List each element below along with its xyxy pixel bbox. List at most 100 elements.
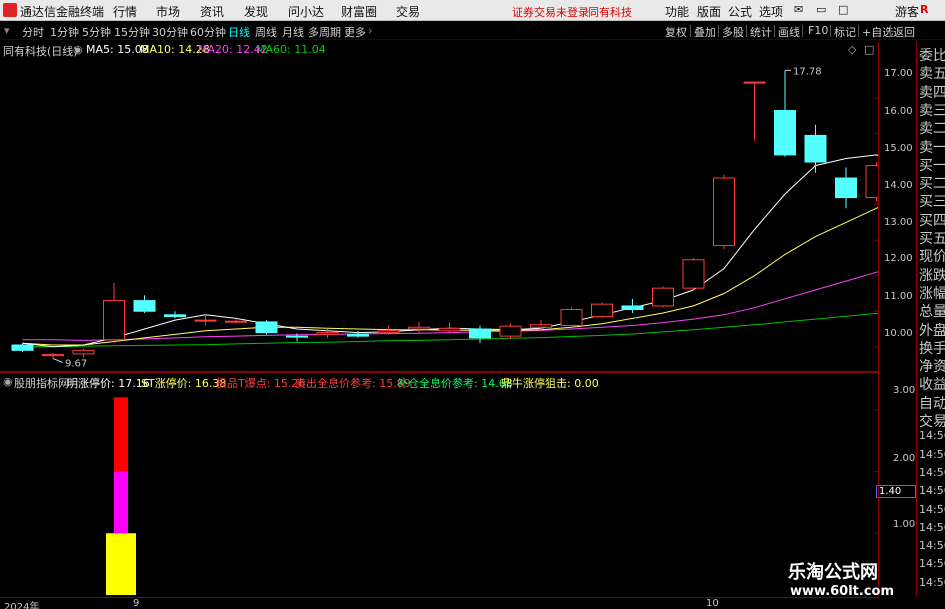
menu-banmian[interactable]: 版面: [697, 3, 721, 20]
btn-fuquan[interactable]: 复权: [665, 24, 687, 40]
period-more[interactable]: 更多: [344, 24, 366, 40]
candle-up: [316, 332, 339, 335]
divider: [718, 25, 719, 37]
quote-panel-item[interactable]: 卖五: [919, 63, 945, 83]
trading-terminal-window: 通达信金融终端 行情 市场 资讯 发现 问小达 财富圈 交易 证券交易未登录 同…: [0, 0, 945, 609]
period-toolbar: ▾ 分时 1分钟 5分钟 15分钟 30分钟 60分钟 日线 周线 月线 多周期…: [0, 22, 945, 40]
quote-panel-item[interactable]: 自动: [919, 393, 945, 413]
price-tick-label: 12.00: [884, 253, 913, 264]
indicator-bar-segment: [114, 471, 128, 534]
sub-tick-label: 3.00: [893, 385, 916, 396]
period-60min[interactable]: 60分钟: [190, 24, 226, 40]
quote-panel-item[interactable]: 14:56: [919, 539, 945, 552]
time-label-year: 2024年: [4, 602, 40, 609]
minimize-icon[interactable]: ▭: [816, 3, 826, 16]
quote-panel-item[interactable]: 14:56: [919, 466, 945, 479]
divider: [690, 25, 691, 37]
quote-panel-item[interactable]: 14:56: [919, 429, 945, 442]
menu-gongneng[interactable]: 功能: [665, 3, 689, 20]
quote-panel-item[interactable]: 外盘: [919, 320, 945, 340]
quote-panel-item[interactable]: 买四: [919, 210, 945, 230]
quote-panel-item[interactable]: 卖二: [919, 118, 945, 138]
menu-wenxiaoda[interactable]: 问小达: [288, 3, 324, 20]
period-monthly[interactable]: 月线: [282, 24, 304, 40]
btn-huaxian[interactable]: 画线: [778, 24, 800, 40]
divider: [774, 25, 775, 37]
btn-duogu[interactable]: 多股: [722, 24, 744, 40]
sub-tick-label: 2.00: [893, 453, 916, 464]
period-5min[interactable]: 5分钟: [82, 24, 111, 40]
quote-panel-item[interactable]: 14:56: [919, 484, 945, 497]
app-logo-icon: [3, 3, 17, 17]
quote-panel-item[interactable]: 涨跌: [919, 265, 945, 285]
quote-panel-item[interactable]: 买三: [919, 191, 945, 211]
quote-panel-item[interactable]: 卖四: [919, 82, 945, 102]
menu-zixun[interactable]: 资讯: [200, 3, 224, 20]
candle-down: [804, 134, 827, 163]
period-weekly[interactable]: 周线: [255, 24, 277, 40]
period-15min[interactable]: 15分钟: [114, 24, 150, 40]
candle-down: [255, 321, 278, 334]
period-1min[interactable]: 1分钟: [50, 24, 79, 40]
quote-panel-item[interactable]: 现价: [919, 246, 945, 266]
r-badge[interactable]: R: [920, 3, 928, 16]
candle-up: [682, 259, 705, 289]
period-fenshi[interactable]: 分时: [22, 24, 44, 40]
toolbar-dropdown-icon[interactable]: ▾: [4, 24, 10, 37]
candle-up: [591, 303, 613, 318]
candle-up: [560, 308, 583, 326]
btn-biaoji[interactable]: 标记: [834, 24, 856, 40]
btn-tongji[interactable]: 统计: [750, 24, 772, 40]
watermark-url: www.60lt.com: [790, 584, 895, 599]
quote-panel-item[interactable]: 收益: [919, 374, 945, 394]
price-tick-label: 16.00: [884, 106, 913, 117]
quote-panel-item[interactable]: 卖一: [919, 137, 945, 157]
indicator-chart[interactable]: [0, 373, 878, 595]
time-label-month: 9: [133, 598, 140, 609]
period-30min[interactable]: 30分钟: [152, 24, 188, 40]
guest-user[interactable]: 游客: [895, 3, 919, 20]
quote-panel-item[interactable]: 卖三: [919, 100, 945, 120]
candle-up: [103, 300, 125, 341]
quote-panel-item[interactable]: 净资: [919, 356, 945, 376]
quote-panel-item[interactable]: 买五: [919, 228, 945, 248]
more-chevron-icon[interactable]: ›: [368, 24, 372, 37]
login-warning[interactable]: 证券交易未登录: [512, 4, 589, 20]
quote-panel-item[interactable]: 总量: [919, 301, 945, 321]
period-daily[interactable]: 日线: [228, 24, 250, 40]
candle-up: [499, 325, 522, 337]
message-icon[interactable]: ✉: [794, 3, 803, 16]
quote-panel-item[interactable]: 14:56: [919, 521, 945, 534]
candlestick-chart[interactable]: 17.78 9.67: [0, 41, 878, 371]
menu-caifuquan[interactable]: 财富圈: [341, 3, 377, 20]
time-label-month: 10: [706, 598, 719, 609]
menu-shichang[interactable]: 市场: [156, 3, 180, 20]
maximize-icon[interactable]: □: [838, 3, 848, 16]
btn-fanhui[interactable]: 返回: [893, 24, 915, 40]
candle-down: [133, 300, 156, 312]
candle-up: [713, 177, 735, 247]
quote-panel-item[interactable]: 买二: [919, 173, 945, 193]
quote-panel-item[interactable]: 买一: [919, 155, 945, 175]
quote-panel-item[interactable]: 14:56: [919, 448, 945, 461]
period-multi[interactable]: 多周期: [308, 24, 341, 40]
menu-gongshi[interactable]: 公式: [728, 3, 752, 20]
quote-panel-item[interactable]: 涨幅: [919, 283, 945, 303]
menu-xuanxiang[interactable]: 选项: [759, 3, 783, 20]
candle-down: [286, 335, 308, 338]
candle-up: [438, 327, 461, 332]
btn-diejia[interactable]: 叠加: [694, 24, 716, 40]
divider: [746, 25, 747, 37]
quote-panel-item[interactable]: 14:56: [919, 503, 945, 516]
btn-add-favorite[interactable]: +自选: [862, 24, 893, 40]
menu-hangqing[interactable]: 行情: [113, 3, 137, 20]
price-tick-label: 10.00: [884, 328, 913, 339]
ma5-line: [22, 154, 878, 348]
quote-panel-item[interactable]: 换手: [919, 338, 945, 358]
menu-jiaoyi[interactable]: 交易: [396, 3, 420, 20]
candle-up: [377, 330, 400, 334]
menu-faxian[interactable]: 发现: [244, 3, 268, 20]
quote-panel-item[interactable]: 交易: [919, 411, 945, 431]
btn-f10[interactable]: F10: [808, 24, 828, 37]
quote-panel-item[interactable]: 委比: [919, 45, 945, 65]
